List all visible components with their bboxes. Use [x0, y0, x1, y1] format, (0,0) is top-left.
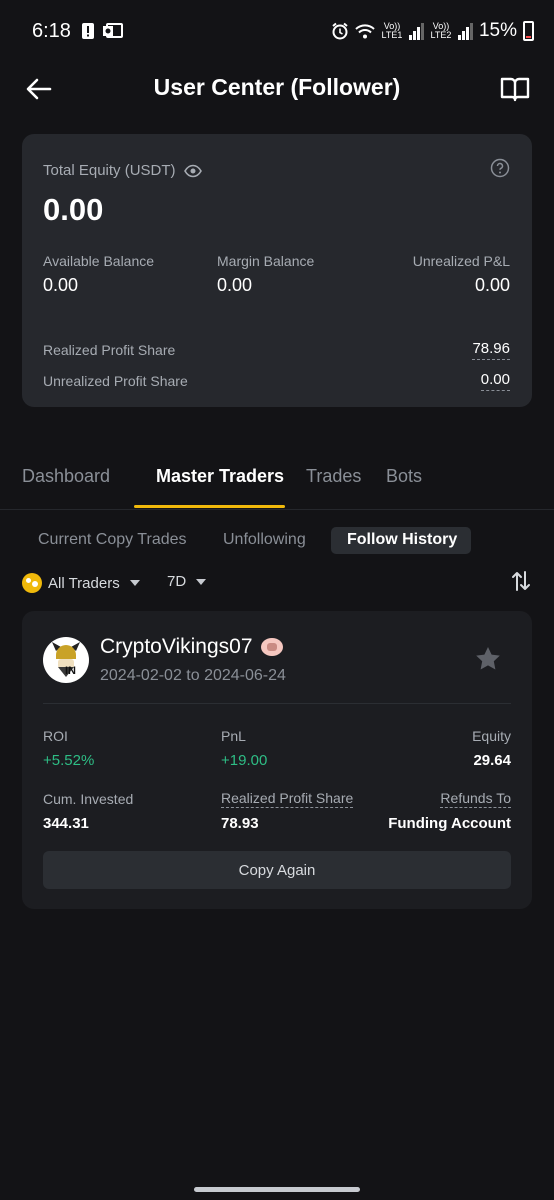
roi-value: +5.52% — [43, 752, 95, 769]
page-title: User Center (Follower) — [153, 74, 401, 100]
sim1-indicator: Vo)) LTE1 — [381, 21, 403, 40]
tab-divider — [0, 509, 554, 510]
total-equity-label: Total Equity (USDT) — [43, 162, 202, 179]
equity-card: Total Equity (USDT) 0.00 Available Balan… — [22, 134, 532, 407]
roi-label: ROI — [43, 728, 68, 744]
pnl-value: +19.00 — [221, 752, 268, 769]
help-icon[interactable] — [490, 158, 510, 178]
realized-profit-share-value: 78.93 — [221, 815, 259, 832]
total-equity-label-text: Total Equity (USDT) — [43, 162, 176, 179]
subtab-current-copy-trades[interactable]: Current Copy Trades — [38, 531, 187, 549]
margin-balance-label: Margin Balance — [217, 253, 315, 269]
period-filter-label: 7D — [167, 573, 187, 590]
period-filter-dropdown[interactable]: 7D — [167, 573, 207, 590]
home-indicator[interactable] — [194, 1187, 360, 1192]
active-tab-indicator — [134, 505, 285, 508]
copy-again-button[interactable]: Copy Again — [43, 851, 511, 889]
trader-name: CryptoVikings07 — [100, 635, 253, 658]
traders-filter-label: All Traders — [48, 574, 120, 592]
sim2-indicator: Vo)) LTE2 — [430, 21, 452, 40]
chevron-down-icon — [129, 580, 140, 586]
battery-percent: 15% — [478, 20, 517, 41]
realized-profit-share-label: Realized Profit Share — [43, 342, 176, 358]
trader-card: IN CryptoVikings07 2024-02-02 to 2024-06… — [22, 611, 532, 909]
status-left-icons — [80, 22, 124, 40]
unrealized-pnl-value: 0.00 — [474, 275, 510, 295]
traders-icon — [22, 573, 42, 593]
piggy-badge-icon — [260, 638, 283, 656]
unrealized-profit-share-label: Unrealized Profit Share — [43, 373, 188, 389]
pnl-label: PnL — [221, 728, 246, 744]
trader-name-row[interactable]: CryptoVikings07 — [100, 635, 283, 659]
signal-icon-1 — [408, 22, 424, 40]
tab-dashboard[interactable]: Dashboard — [22, 466, 110, 487]
traders-filter-dropdown[interactable]: All Traders — [22, 573, 140, 593]
subtab-unfollowing[interactable]: Unfollowing — [223, 531, 306, 549]
tab-trades[interactable]: Trades — [306, 466, 361, 487]
realized-profit-share-value[interactable]: 78.96 — [472, 340, 510, 360]
trader-dates: 2024-02-02 to 2024-06-24 — [100, 667, 286, 684]
unrealized-profit-share-value[interactable]: 0.00 — [480, 371, 510, 391]
eye-icon[interactable] — [183, 164, 202, 178]
tab-bots[interactable]: Bots — [386, 466, 422, 487]
equity-label: Equity — [472, 728, 511, 744]
alarm-icon — [332, 22, 348, 40]
available-balance-label: Available Balance — [43, 253, 155, 269]
subtab-follow-history[interactable]: Follow History — [347, 531, 457, 549]
refunds-to-value: Funding Account — [388, 815, 511, 832]
star-icon[interactable] — [474, 645, 502, 673]
total-equity-value: 0.00 — [43, 192, 104, 227]
refunds-to-label[interactable]: Refunds To — [440, 790, 511, 808]
wifi-icon — [355, 24, 375, 39]
signal-icon-2 — [457, 22, 473, 40]
realized-profit-share-label[interactable]: Realized Profit Share — [221, 790, 354, 808]
book-icon[interactable] — [498, 72, 532, 106]
cum-invested-value: 344.31 — [43, 815, 89, 832]
available-balance-value: 0.00 — [43, 275, 79, 295]
equity-value: 29.64 — [473, 752, 511, 769]
trader-avatar[interactable]: IN — [43, 637, 89, 683]
outlook-notification-icon — [103, 23, 123, 38]
battery-icon — [523, 21, 534, 41]
sort-icon[interactable] — [510, 570, 532, 592]
status-right: Vo)) LTE1 Vo)) LTE2 15% — [331, 20, 534, 42]
chevron-down-icon — [196, 578, 207, 585]
alert-notification-icon — [82, 23, 94, 39]
status-time: 6:18 — [32, 20, 71, 42]
avatar-badge: IN — [65, 665, 76, 677]
margin-balance-value: 0.00 — [217, 275, 253, 295]
unrealized-pnl-label: Unrealized P&L — [412, 253, 510, 269]
cum-invested-label: Cum. Invested — [43, 791, 134, 807]
tab-master-traders[interactable]: Master Traders — [156, 466, 284, 487]
card-divider — [43, 703, 511, 704]
